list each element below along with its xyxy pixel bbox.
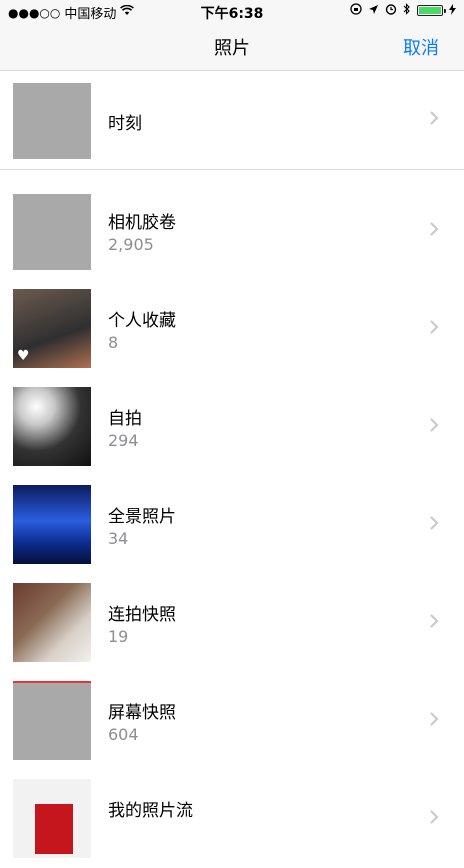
album-row-favorites[interactable]: ♥ 个人收藏 8 bbox=[0, 280, 464, 378]
album-thumbnail bbox=[13, 80, 91, 159]
album-name: 自拍 bbox=[108, 409, 142, 429]
album-name: 连拍快照 bbox=[108, 605, 176, 625]
album-thumbnail bbox=[13, 583, 91, 662]
chevron-right-icon bbox=[430, 222, 439, 236]
chevron-right-icon bbox=[430, 810, 439, 824]
album-count: 294 bbox=[108, 431, 139, 450]
album-thumbnail bbox=[13, 681, 91, 760]
album-row-bursts[interactable]: 连拍快照 19 bbox=[0, 574, 464, 672]
album-list: 时刻 相机胶卷 2,905 ♥ 个人收藏 8 自拍 294 全景照片 34 连拍… bbox=[0, 71, 464, 868]
album-row-screenshots[interactable]: 屏幕快照 604 bbox=[0, 672, 464, 770]
cancel-button[interactable]: 取消 bbox=[403, 34, 439, 60]
divider bbox=[0, 169, 464, 170]
chevron-right-icon bbox=[430, 516, 439, 530]
album-name: 屏幕快照 bbox=[108, 703, 176, 723]
alarm-icon bbox=[385, 3, 397, 18]
chevron-right-icon bbox=[430, 418, 439, 432]
chevron-right-icon bbox=[430, 614, 439, 628]
album-count: 34 bbox=[108, 529, 129, 548]
album-row-camera-roll[interactable]: 相机胶卷 2,905 bbox=[0, 182, 464, 280]
album-count: 19 bbox=[108, 627, 129, 646]
album-row-my-photo-stream[interactable]: 我的照片流 bbox=[0, 770, 464, 868]
album-row-panoramas[interactable]: 全景照片 34 bbox=[0, 476, 464, 574]
orientation-lock-icon bbox=[350, 3, 362, 18]
album-name: 我的照片流 bbox=[108, 801, 193, 821]
album-thumbnail bbox=[13, 191, 91, 270]
album-thumbnail bbox=[13, 387, 91, 466]
chevron-right-icon bbox=[430, 320, 439, 334]
album-count: 604 bbox=[108, 725, 139, 744]
battery-level bbox=[419, 7, 441, 14]
chevron-right-icon bbox=[430, 712, 439, 726]
charging-icon bbox=[449, 3, 456, 18]
album-name: 相机胶卷 bbox=[108, 213, 176, 233]
album-row-moments[interactable]: 时刻 bbox=[0, 71, 464, 169]
page-title: 照片 bbox=[214, 38, 250, 59]
album-row-selfies[interactable]: 自拍 294 bbox=[0, 378, 464, 476]
bluetooth-icon bbox=[403, 3, 411, 18]
album-thumbnail bbox=[13, 485, 91, 564]
album-count: 2,905 bbox=[108, 235, 154, 254]
status-icons bbox=[350, 3, 456, 18]
battery-icon bbox=[417, 5, 446, 16]
album-name: 全景照片 bbox=[108, 507, 176, 527]
status-bar: ●●●○○ 中国移动 下午6:38 bbox=[0, 0, 464, 24]
album-thumbnail: ♥ bbox=[13, 289, 91, 368]
album-count: 8 bbox=[108, 333, 119, 352]
location-icon bbox=[368, 4, 379, 18]
navigation-bar: 照片 取消 bbox=[0, 24, 464, 71]
chevron-right-icon bbox=[430, 111, 439, 125]
album-name: 时刻 bbox=[108, 114, 142, 134]
album-name: 个人收藏 bbox=[108, 311, 176, 331]
album-thumbnail bbox=[13, 779, 91, 858]
heart-icon: ♥ bbox=[17, 348, 30, 364]
